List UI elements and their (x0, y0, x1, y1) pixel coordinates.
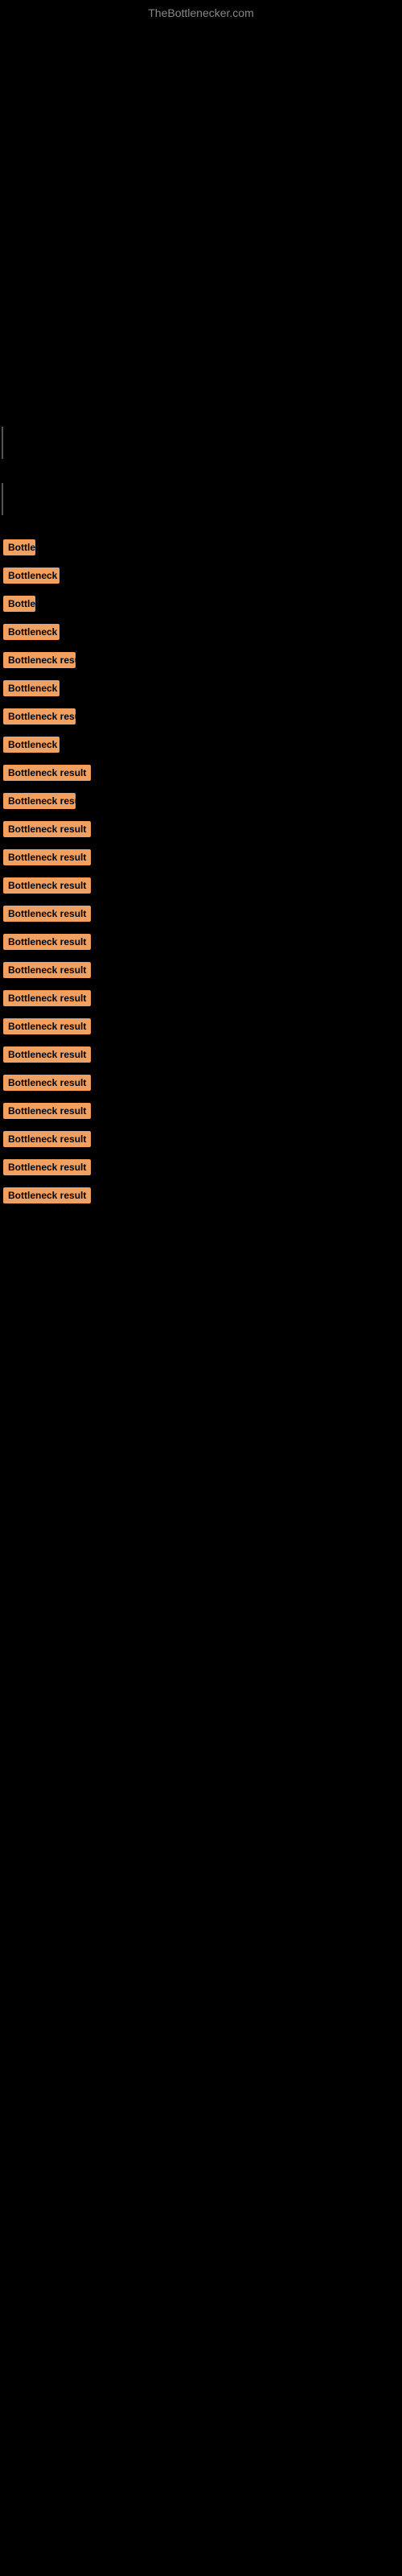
list-item: Bottleneck result (0, 568, 402, 588)
list-item: Bottleneck result (0, 1131, 402, 1151)
list-item: Bottleneck result (0, 596, 402, 616)
vertical-line-2 (2, 483, 3, 515)
bottleneck-badge[interactable]: Bottleneck result (3, 821, 91, 837)
list-item: Bottleneck result (0, 652, 402, 672)
bottleneck-badge[interactable]: Bottleneck result (3, 1018, 91, 1034)
bottleneck-badge[interactable]: Bottleneck result (3, 652, 76, 668)
bottleneck-badge[interactable]: Bottleneck result (3, 1159, 91, 1175)
vertical-line-1 (2, 427, 3, 459)
bottleneck-badge[interactable]: Bottleneck result (3, 906, 91, 922)
bottleneck-badge[interactable]: Bottleneck result (3, 1131, 91, 1147)
list-item: Bottleneck result (0, 765, 402, 785)
list-item: Bottleneck result (0, 1159, 402, 1179)
bottleneck-badge[interactable]: Bottleneck result (3, 962, 91, 978)
bottleneck-badge[interactable]: Bottleneck result (3, 1046, 91, 1063)
bottleneck-badge[interactable]: Bottleneck result (3, 1103, 91, 1119)
list-item: Bottleneck result (0, 990, 402, 1010)
site-title: TheBottlenecker.com (148, 6, 254, 19)
list-item: Bottleneck result (0, 962, 402, 982)
bottleneck-badge[interactable]: Bottleneck result (3, 990, 91, 1006)
bottleneck-badge[interactable]: Bottleneck result (3, 765, 91, 781)
bottleneck-badge[interactable]: Bottleneck result (3, 708, 76, 724)
bottleneck-badge[interactable]: Bottleneck result (3, 1075, 91, 1091)
bottleneck-list: Bottleneck result Bottleneck result Bottle… (0, 539, 402, 1216)
list-item: Bottleneck result (0, 1046, 402, 1067)
list-item: Bottleneck result (0, 793, 402, 813)
bottleneck-badge[interactable]: Bottleneck result (3, 539, 35, 555)
bottleneck-badge[interactable]: Bottleneck result (3, 737, 59, 753)
list-item: Bottleneck result (0, 821, 402, 841)
list-item: Bottleneck result (0, 877, 402, 898)
list-item: Bottleneck result (0, 1187, 402, 1208)
bottleneck-badge[interactable]: Bottleneck result (3, 877, 91, 894)
list-item: Bottleneck result (0, 1075, 402, 1095)
list-item: Bottleneck result (0, 624, 402, 644)
bottleneck-badge[interactable]: Bottleneck result (3, 680, 59, 696)
bottleneck-badge[interactable]: Bottleneck result (3, 568, 59, 584)
list-item: Bottleneck result (0, 906, 402, 926)
bottleneck-badge[interactable]: Bottleneck result (3, 934, 91, 950)
bottleneck-badge[interactable]: Bottleneck result (3, 624, 59, 640)
list-item: Bottleneck result (0, 539, 402, 559)
bottleneck-badge[interactable]: Bottleneck result (3, 1187, 91, 1203)
bottleneck-badge[interactable]: Bottleneck result (3, 596, 35, 612)
list-item: Bottleneck result (0, 849, 402, 869)
bottleneck-badge[interactable]: Bottleneck result (3, 793, 76, 809)
bottleneck-badge[interactable]: Bottleneck result (3, 849, 91, 865)
list-item: Bottleneck result (0, 708, 402, 729)
list-item: Bottleneck result (0, 737, 402, 757)
list-item: Bottleneck result (0, 680, 402, 700)
list-item: Bottleneck result (0, 934, 402, 954)
list-item: Bottleneck result (0, 1018, 402, 1038)
list-item: Bottleneck result (0, 1103, 402, 1123)
